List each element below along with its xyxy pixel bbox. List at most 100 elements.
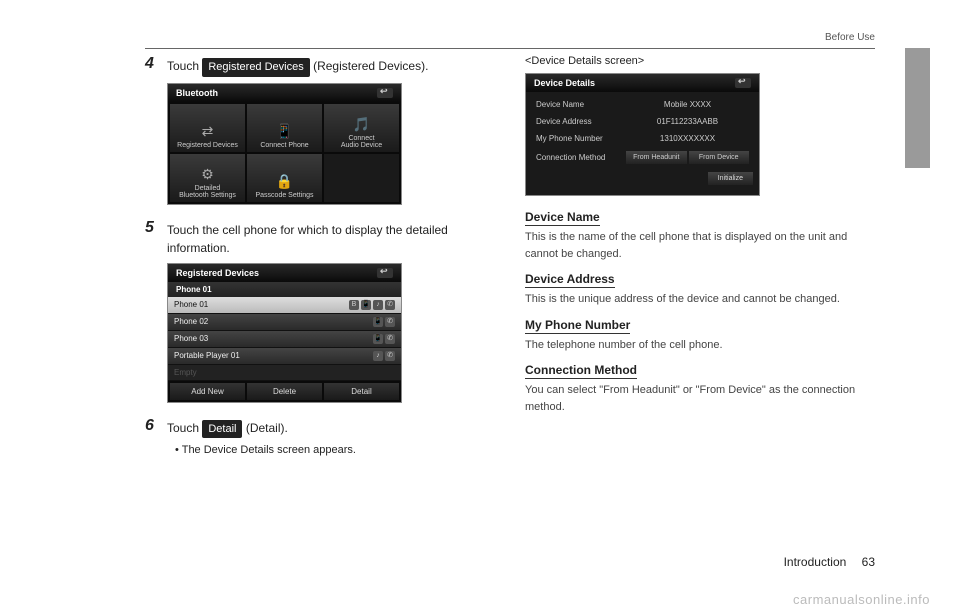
registered-devices-label: Registered Devices [202,58,309,77]
def-title: My Phone Number [525,318,630,334]
bt-passcode-settings[interactable]: 🔒 Passcode Settings [247,154,322,202]
bt-cell-label: Connect Audio Device [341,135,382,149]
detail-label: Connection Method [536,153,626,162]
detail-row-connection: Connection Method From Headunit From Dev… [526,147,759,168]
step-number: 6 [145,417,167,435]
step-number: 4 [145,55,167,73]
detail-value: 1310XXXXXXX [626,134,749,143]
device-list: Phone 01 B📱♪✆ Phone 02 📱✆ Phone 03 📱✆ Po… [168,297,401,381]
phone-icon: 📱 [373,317,383,327]
list-item[interactable]: Phone 03 📱✆ [168,331,401,348]
bt-connect-audio[interactable]: 🎵 Connect Audio Device [324,104,399,152]
step-5: 5 Touch the cell phone for which to disp… [145,219,495,257]
page-footer: Introduction 63 [784,555,875,569]
bt-registered-devices[interactable]: ⇄ Registered Devices [170,104,245,152]
detail-label: Device Address [536,117,626,126]
bt-cell-label: Detailed Bluetooth Settings [179,185,236,199]
add-new-button[interactable]: Add New [170,383,245,400]
def-device-name: Device Name This is the name of the cell… [525,210,875,262]
device-name: Phone 01 [174,300,208,309]
bt-detailed-settings[interactable]: ⚙ Detailed Bluetooth Settings [170,154,245,202]
row-icons: ♪✆ [373,351,395,361]
row-icons: B📱♪✆ [349,300,395,310]
detail-label: Device Name [536,100,626,109]
step-6-post: (Detail). [242,421,287,435]
def-phone-number: My Phone Number The telephone number of … [525,318,875,354]
detail-value: Mobile XXXX [626,100,749,109]
def-text: This is the name of the cell phone that … [525,229,875,262]
registered-subtitle: Phone 01 [168,282,401,297]
content-columns: 4 Touch Registered Devices (Registered D… [145,55,875,456]
from-device-button[interactable]: From Device [689,151,750,164]
connection-buttons: From Headunit From Device [626,151,749,164]
initialize-row: Initialize [526,168,759,191]
step-6-bullet: The Device Details screen appears. [145,444,495,456]
device-name: Phone 03 [174,334,208,343]
detail-label: Detail [202,420,242,439]
phone-icon: 📱 [373,334,383,344]
info-icon: ✆ [385,351,395,361]
list-item-empty: Empty [168,365,401,381]
registered-footer: Add New Delete Detail [168,381,401,402]
details-caption: <Device Details screen> [525,55,875,67]
step-4-pre: Touch [167,59,202,73]
step-text: Touch Registered Devices (Registered Dev… [167,55,428,77]
row-icons: 📱✆ [373,334,395,344]
registered-devices-screenshot: Registered Devices Phone 01 Phone 01 B📱♪… [167,263,402,403]
detail-row-address: Device Address 01F112233AABB [526,113,759,130]
back-icon[interactable] [377,88,393,98]
watermark: carmanualsonline.info [793,592,930,607]
bluetooth-screenshot: Bluetooth ⇄ Registered Devices 📱 Connect… [167,83,402,205]
bt-empty-cell [324,154,399,202]
registered-devices-icon: ⇄ [202,123,214,140]
detail-label: My Phone Number [536,134,626,143]
details-title: Device Details [534,78,595,88]
def-title: Connection Method [525,363,637,379]
detail-button[interactable]: Detail [324,383,399,400]
right-column: <Device Details screen> Device Details D… [525,55,875,456]
bt-cell-label: Registered Devices [177,142,238,149]
phone-icon: 📱 [361,300,371,310]
detail-row-number: My Phone Number 1310XXXXXXX [526,130,759,147]
footer-section: Introduction [784,555,847,569]
connect-audio-icon: 🎵 [353,116,370,133]
step-4: 4 Touch Registered Devices (Registered D… [145,55,495,77]
passcode-icon: 🔒 [276,173,293,190]
device-name: Phone 02 [174,317,208,326]
bt-icon: B [349,300,359,310]
device-name: Portable Player 01 [174,351,240,360]
step-text: Touch Detail (Detail). [167,417,288,439]
def-text: The telephone number of the cell phone. [525,337,875,354]
list-item[interactable]: Portable Player 01 ♪✆ [168,348,401,365]
def-title: Device Address [525,272,615,288]
from-headunit-button[interactable]: From Headunit [626,151,687,164]
def-device-address: Device Address This is the unique addres… [525,272,875,308]
back-icon[interactable] [735,78,751,88]
registered-title: Registered Devices [176,268,259,278]
info-icon: ✆ [385,300,395,310]
def-text: This is the unique address of the device… [525,291,875,308]
detail-row-name: Device Name Mobile XXXX [526,96,759,113]
delete-button[interactable]: Delete [247,383,322,400]
bt-cell-label: Connect Phone [260,142,308,149]
settings-icon: ⚙ [201,166,214,183]
header-rule [145,48,875,49]
def-title: Device Name [525,210,600,226]
bluetooth-titlebar: Bluetooth [168,84,401,102]
list-item[interactable]: Phone 01 B📱♪✆ [168,297,401,314]
details-body: Device Name Mobile XXXX Device Address 0… [526,92,759,195]
info-icon: ✆ [385,317,395,327]
initialize-button[interactable]: Initialize [708,172,753,185]
side-tab [905,48,930,168]
details-titlebar: Device Details [526,74,759,92]
row-icons: 📱✆ [373,317,395,327]
bluetooth-grid: ⇄ Registered Devices 📱 Connect Phone 🎵 C… [168,102,401,204]
registered-titlebar: Registered Devices [168,264,401,282]
bt-connect-phone[interactable]: 📱 Connect Phone [247,104,322,152]
bluetooth-title: Bluetooth [176,88,218,98]
back-icon[interactable] [377,268,393,278]
footer-page: 63 [862,555,875,569]
list-item[interactable]: Phone 02 📱✆ [168,314,401,331]
connect-phone-icon: 📱 [276,123,293,140]
device-name: Empty [174,368,197,377]
